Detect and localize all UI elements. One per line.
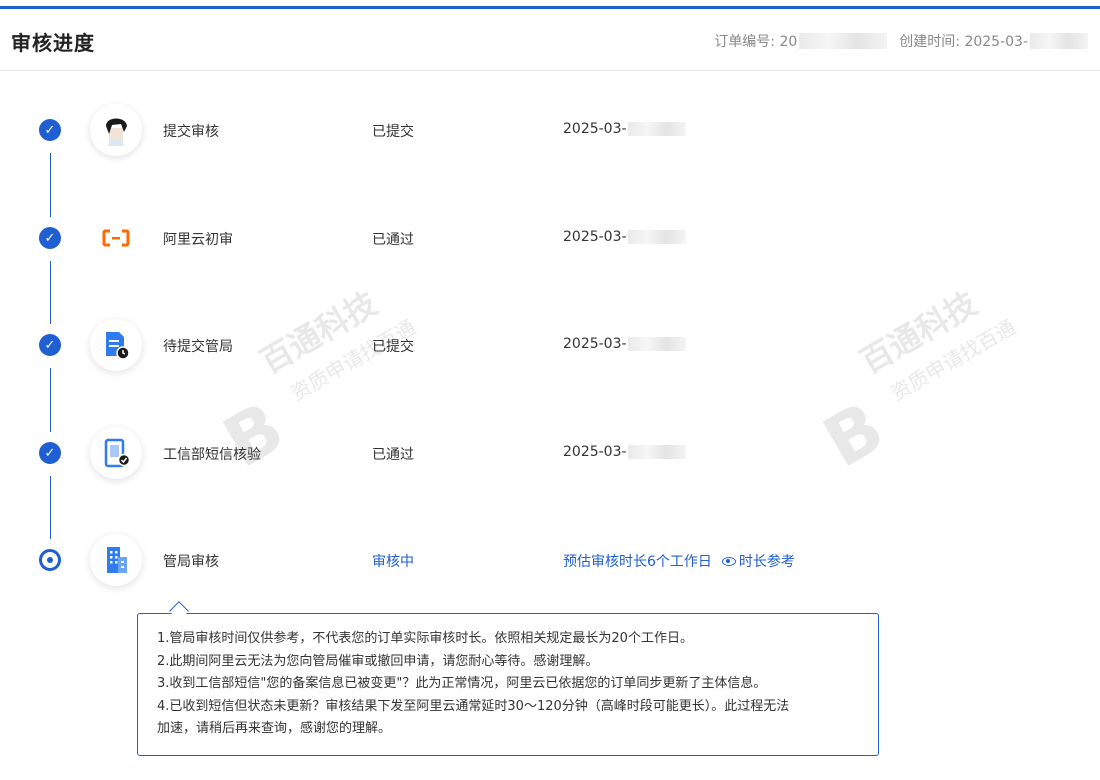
building-icon [90,534,142,586]
check-icon: ✓ [39,334,61,356]
step-time: 2025-03- [563,121,686,137]
eye-icon [721,556,736,566]
timeline-connector [50,476,51,539]
step-status: 已通过 [372,447,414,463]
step-time: 2025-03- [563,229,686,245]
timeline-step-bureau-review: 管局审核 审核中 预估审核时长6个工作日 时长参考 [0,534,1100,586]
in-progress-indicator [39,549,61,571]
timeline-connector [50,153,51,217]
timeline-connector [50,368,51,432]
redacted-time [627,230,686,244]
step-name: 待提交管局 [163,339,233,355]
step-name: 提交审核 [163,124,219,140]
timeline-connector [50,261,51,324]
timeline-step-pending-bureau: ✓ 待提交管局 已提交 2025-03- [0,319,1100,371]
tooltip-line: 2.此期间阿里云无法为您向管局催审或撤回申请，请您耐心等待。感谢理解。 [157,653,599,669]
check-icon: ✓ [39,442,61,464]
document-clock-icon [90,319,142,371]
step-name: 管局审核 [163,554,219,570]
step-time: 2025-03- [563,444,686,460]
tooltip-line: 4.已收到短信但状态未更新？审核结果下发至阿里云通常延时30～120分钟（高峰时… [157,698,790,714]
redacted-order-number [799,33,888,49]
redacted-time [627,122,686,136]
phone-check-icon [90,427,142,479]
estimate-text: 预估审核时长6个工作日 时长参考 [563,551,795,571]
step-status: 已提交 [372,124,414,140]
estimate-duration: 预估审核时长6个工作日 [563,554,712,570]
order-meta: 订单编号: 20 创建时间: 2025-03- [714,31,1100,51]
tooltip-line: 3.收到工信部短信"您的备案信息已被变更"？此为正常情况，阿里云已依据您的订单同… [157,676,767,691]
step-status: 已通过 [372,232,414,248]
avatar-icon [90,104,142,156]
step-time: 2025-03- [563,336,686,352]
duration-reference-link[interactable]: 时长参考 [721,551,795,571]
page-header: 审核进度 订单编号: 20 创建时间: 2025-03- [0,9,1100,71]
redacted-time [627,445,686,459]
check-icon: ✓ [39,227,61,249]
timeline-step-submit: ✓ 提交审核 已提交 2025-03- [0,104,1100,156]
order-number-label: 订单编号: 20 [714,34,798,50]
step-name: 阿里云初审 [163,232,233,248]
timeline-step-sms-verify: ✓ 工信部短信核验 已通过 2025-03- [0,427,1100,479]
tooltip-line: 1.管局审核时间仅供参考，不代表您的订单实际审核时长。依照相关规定最长为20个工… [157,631,693,646]
info-tooltip: 1.管局审核时间仅供参考，不代表您的订单实际审核时长。依照相关规定最长为20个工… [137,613,879,756]
tooltip-line: 加速，请稍后再来查询，感谢您的理解。 [157,721,392,736]
redacted-time [627,337,686,351]
page-title: 审核进度 [11,31,95,55]
step-status: 审核中 [372,554,414,570]
step-status: 已提交 [372,339,414,355]
step-name: 工信部短信核验 [163,447,261,463]
timeline-step-aliyun-review: ✓ 阿里云初审 已通过 2025-03- [0,218,1100,258]
aliyun-logo-icon [90,212,142,264]
check-icon: ✓ [39,119,61,141]
redacted-created-time [1030,33,1088,49]
created-time-label: 创建时间: 2025-03- [899,34,1028,50]
